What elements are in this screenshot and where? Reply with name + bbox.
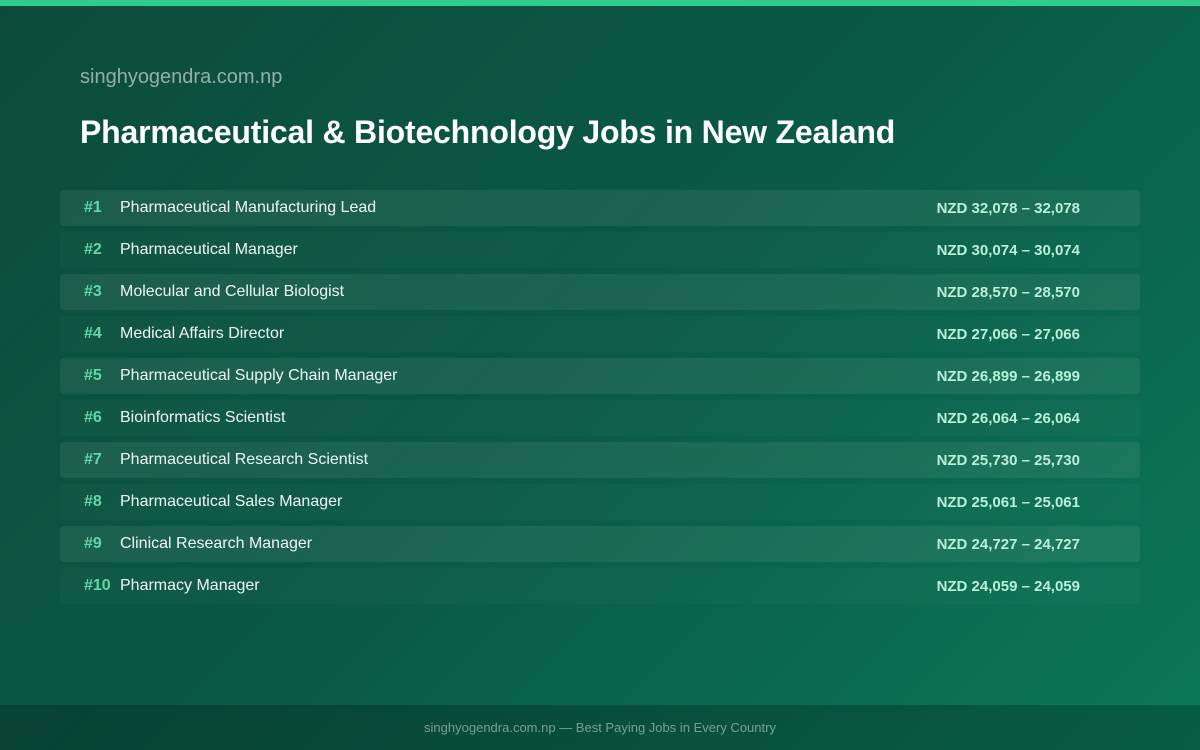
footer-text: singhyogendra.com.np — Best Paying Jobs …	[0, 705, 1200, 750]
list-item: #10 Pharmacy Manager NZD 24,059 – 24,059	[60, 568, 1140, 604]
list-item: #2 Pharmaceutical Manager NZD 30,074 – 3…	[60, 232, 1140, 268]
job-rank: #4	[84, 325, 102, 342]
job-salary: NZD 28,570 – 28,570	[936, 283, 1080, 301]
job-title: Pharmaceutical Supply Chain Manager	[120, 367, 398, 384]
list-item: #6 Bioinformatics Scientist NZD 26,064 –…	[60, 400, 1140, 436]
job-title: Medical Affairs Director	[120, 325, 285, 342]
job-rank: #6	[84, 409, 102, 426]
job-salary: NZD 25,061 – 25,061	[936, 493, 1080, 511]
job-title: Pharmaceutical Manufacturing Lead	[120, 199, 377, 216]
top-accent-bar	[0, 0, 1200, 6]
job-rank: #10	[84, 577, 111, 594]
job-rank: #8	[84, 493, 102, 510]
job-rank: #1	[84, 199, 102, 216]
list-item: #7 Pharmaceutical Research Scientist NZD…	[60, 442, 1140, 478]
job-title: Pharmaceutical Manager	[120, 241, 298, 258]
job-salary: NZD 24,059 – 24,059	[936, 577, 1080, 595]
list-item: #4 Medical Affairs Director NZD 27,066 –…	[60, 316, 1140, 352]
job-rank: #2	[84, 241, 102, 258]
job-title: Pharmaceutical Research Scientist	[120, 451, 369, 468]
list-item: #5 Pharmaceutical Supply Chain Manager N…	[60, 358, 1140, 394]
job-title: Bioinformatics Scientist	[120, 409, 286, 426]
list-item: #8 Pharmaceutical Sales Manager NZD 25,0…	[60, 484, 1140, 520]
jobs-list: #1 Pharmaceutical Manufacturing Lead NZD…	[60, 190, 1140, 610]
job-salary: NZD 24,727 – 24,727	[936, 535, 1080, 553]
job-rank: #9	[84, 535, 102, 552]
list-item: #1 Pharmaceutical Manufacturing Lead NZD…	[60, 190, 1140, 226]
job-salary: NZD 25,730 – 25,730	[936, 451, 1080, 469]
job-title: Pharmacy Manager	[120, 577, 260, 594]
job-salary: NZD 26,899 – 26,899	[936, 367, 1080, 385]
job-salary: NZD 32,078 – 32,078	[936, 199, 1080, 217]
job-rank: #3	[84, 283, 102, 300]
job-title: Clinical Research Manager	[120, 535, 313, 552]
site-name: singhyogendra.com.np	[80, 66, 283, 88]
job-salary: NZD 30,074 – 30,074	[936, 241, 1080, 259]
page-title: Pharmaceutical & Biotechnology Jobs in N…	[80, 114, 896, 150]
job-rank: #7	[84, 451, 102, 468]
job-salary: NZD 26,064 – 26,064	[936, 409, 1080, 427]
job-title: Pharmaceutical Sales Manager	[120, 493, 343, 510]
list-item: #3 Molecular and Cellular Biologist NZD …	[60, 274, 1140, 310]
list-item: #9 Clinical Research Manager NZD 24,727 …	[60, 526, 1140, 562]
job-salary: NZD 27,066 – 27,066	[936, 325, 1080, 343]
job-rank: #5	[84, 367, 102, 384]
job-title: Molecular and Cellular Biologist	[120, 283, 345, 300]
